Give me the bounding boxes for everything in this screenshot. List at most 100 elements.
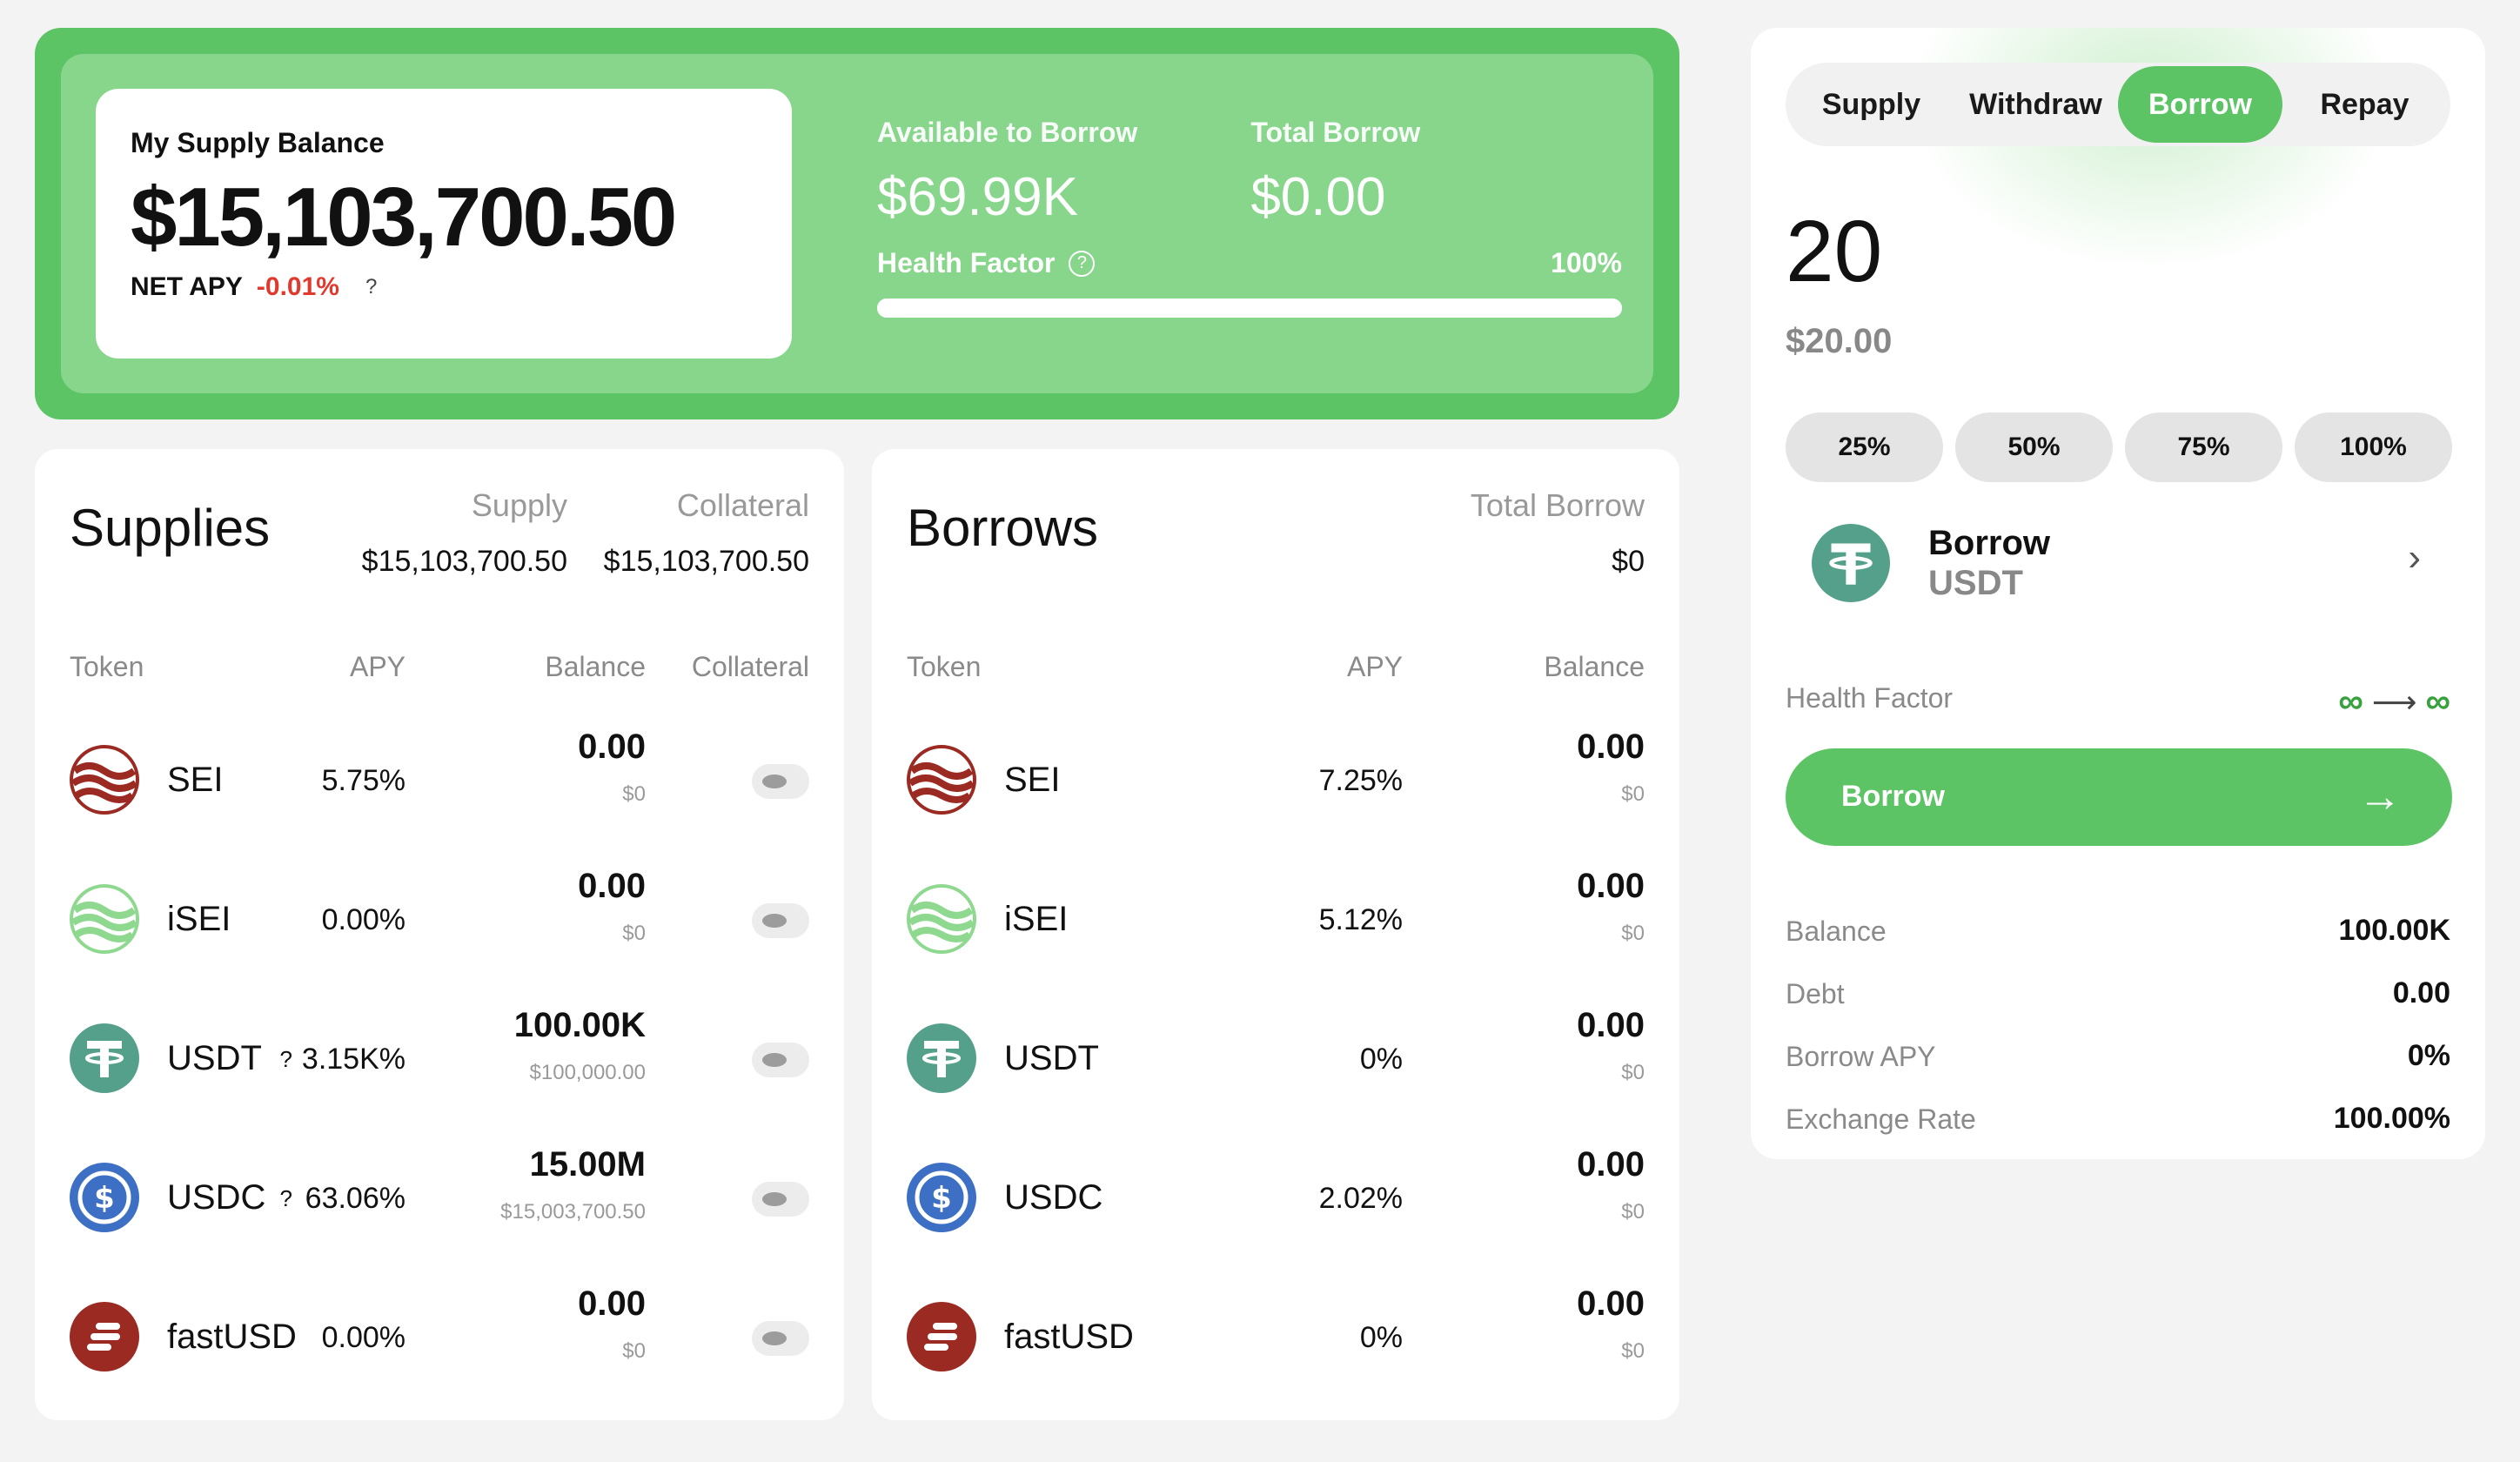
health-factor-value: 100% xyxy=(1551,247,1622,278)
table-row: iSEI 5.12% 0.00 $0 xyxy=(907,867,1645,971)
tab-supply[interactable]: Supply xyxy=(1789,66,1954,143)
borrow-submit-button[interactable]: Borrow → xyxy=(1786,748,2452,846)
supplies-collateral-label: Collateral xyxy=(676,487,809,523)
token-name: USDC xyxy=(167,1178,266,1217)
balance-amount: 0.00 xyxy=(1577,728,1645,766)
col-balance: Balance xyxy=(1544,651,1645,682)
collateral-toggle[interactable] xyxy=(752,903,809,938)
available-to-borrow-value: $69.99K xyxy=(877,167,1078,227)
apy-help-icon[interactable]: ? xyxy=(280,1185,292,1212)
sei-icon xyxy=(70,745,139,815)
tab-withdraw[interactable]: Withdraw xyxy=(1954,66,2118,143)
available-to-borrow-label: Available to Borrow xyxy=(877,117,1138,148)
token-name: USDT xyxy=(1004,1039,1099,1077)
balance-amount: 0.00 xyxy=(1577,1006,1645,1044)
total-borrow: Total Borrow $0.00 xyxy=(1250,117,1420,228)
token-apy: 7.25% xyxy=(1318,764,1403,797)
tab-borrow[interactable]: Borrow xyxy=(2118,66,2282,143)
balance-amount: 0.00 xyxy=(1577,1284,1645,1323)
collateral-toggle[interactable] xyxy=(752,1321,809,1356)
table-row: iSEI 0.00% 0.00 $0 xyxy=(70,867,809,971)
token-apy: 0% xyxy=(1359,1043,1403,1076)
supply-balance-card: My Supply Balance $15,103,700.50 NET APY… xyxy=(96,89,792,359)
asset-selector[interactable]: Borrow USDT › xyxy=(1812,519,2450,606)
balance-usd: $0 xyxy=(1621,1061,1645,1084)
percent-25-button[interactable]: 25% xyxy=(1786,412,1943,482)
chevron-right-icon: › xyxy=(2408,536,2421,579)
token-balance: 0.00 $0 xyxy=(1577,1145,1645,1224)
balance-amount: 0.00 xyxy=(578,728,646,766)
collateral-toggle[interactable] xyxy=(752,1182,809,1217)
borrow-stats: Available to Borrow $69.99K Total Borrow… xyxy=(877,117,1622,318)
col-token: Token xyxy=(70,651,144,682)
health-factor-bar-fill xyxy=(877,298,1622,318)
health-factor-bar xyxy=(877,298,1622,318)
net-apy-help-icon[interactable]: ? xyxy=(365,275,377,299)
summary-banner-inner: My Supply Balance $15,103,700.50 NET APY… xyxy=(61,54,1653,393)
supplies-column-headers: Token APY Balance Collateral xyxy=(70,651,809,686)
health-factor-help-icon[interactable]: ? xyxy=(1069,250,1096,277)
table-row: $ USDC 2.02% 0.00 $0 xyxy=(907,1145,1645,1250)
total-borrow-value: $0.00 xyxy=(1250,167,1386,227)
col-token: Token xyxy=(907,651,982,682)
token-balance: 0.00 $0 xyxy=(1577,728,1645,807)
total-borrow-label: Total Borrow xyxy=(1250,117,1421,148)
supply-balance-value: $15,103,700.50 xyxy=(131,171,677,264)
balance-usd: $0 xyxy=(622,922,646,945)
token-name: USDC xyxy=(1004,1178,1103,1217)
balance-usd: $15,003,700.50 xyxy=(500,1200,646,1224)
action-panel: Supply Withdraw Borrow Repay 20 $20.00 2… xyxy=(1751,28,2485,1159)
token-name: USDT xyxy=(167,1039,262,1077)
apy-help-icon[interactable]: ? xyxy=(280,1046,292,1073)
usdt-icon xyxy=(1812,524,1890,602)
detail-value: 0% xyxy=(2407,1039,2450,1072)
token-apy: 5.12% xyxy=(1318,903,1403,936)
health-factor-row: Health Factor ? 100% xyxy=(877,247,1622,279)
balance-amount: 0.00 xyxy=(1577,1145,1645,1184)
detail-balance: Balance 100.00K xyxy=(1786,907,2450,969)
borrows-title: Borrows xyxy=(907,499,1099,557)
percent-buttons: 25% 50% 75% 100% xyxy=(1786,412,2452,482)
arrow-right-icon: ⟶ xyxy=(2371,683,2417,720)
percent-50-button[interactable]: 50% xyxy=(1955,412,2113,482)
fastusd-icon xyxy=(70,1302,139,1371)
asset-symbol: USDT xyxy=(1928,564,2023,602)
token-balance: 0.00 $0 xyxy=(1577,1006,1645,1085)
token-name: iSEI xyxy=(1004,900,1069,938)
table-row: $ USDC 63.06%? 15.00M $15,003,700.50 xyxy=(70,1145,809,1250)
collateral-toggle[interactable] xyxy=(752,1043,809,1077)
balance-amount: 0.00 xyxy=(1577,867,1645,905)
token-apy: 5.75% xyxy=(321,764,405,797)
net-apy-label: NET APY xyxy=(131,272,243,301)
percent-75-button[interactable]: 75% xyxy=(2125,412,2282,482)
detail-debt: Debt 0.00 xyxy=(1786,969,2450,1032)
tab-repay[interactable]: Repay xyxy=(2282,66,2447,143)
detail-label: Exchange Rate xyxy=(1786,1103,1976,1135)
balance-amount: 100.00K xyxy=(513,1006,646,1044)
balance-usd: $0 xyxy=(1621,782,1645,806)
borrows-total-value: $0 xyxy=(1612,545,1645,578)
borrows-panel: Borrows Total Borrow $0 Token APY Balanc… xyxy=(872,449,1679,1420)
token-name: SEI xyxy=(167,761,224,799)
token-apy: 0.00% xyxy=(321,903,405,936)
fastusd-icon xyxy=(907,1302,976,1371)
table-row: SEI 5.75% 0.00 $0 xyxy=(70,728,809,832)
token-apy: 3.15K% xyxy=(301,1043,405,1076)
balance-usd: $0 xyxy=(1621,922,1645,945)
token-name: iSEI xyxy=(167,900,231,938)
balance-usd: $0 xyxy=(1621,1200,1645,1224)
collateral-toggle[interactable] xyxy=(752,764,809,799)
amount-usd-value: $20.00 xyxy=(1786,322,1893,360)
amount-input[interactable]: 20 xyxy=(1786,202,1882,302)
table-row: USDT 0% 0.00 $0 xyxy=(907,1006,1645,1110)
usdc-icon: $ xyxy=(907,1163,976,1232)
borrow-submit-label: Borrow xyxy=(1841,780,1945,813)
token-balance: 0.00 $0 xyxy=(1577,867,1645,946)
supplies-supply-value: $15,103,700.50 xyxy=(361,545,567,578)
balance-amount: 15.00M xyxy=(529,1145,646,1184)
percent-100-button[interactable]: 100% xyxy=(2295,412,2452,482)
detail-value: 100.00K xyxy=(2338,914,2450,947)
supplies-supply-label: Supply xyxy=(471,487,567,523)
col-balance: Balance xyxy=(545,651,646,682)
health-factor-label: Health Factor xyxy=(877,247,1056,278)
